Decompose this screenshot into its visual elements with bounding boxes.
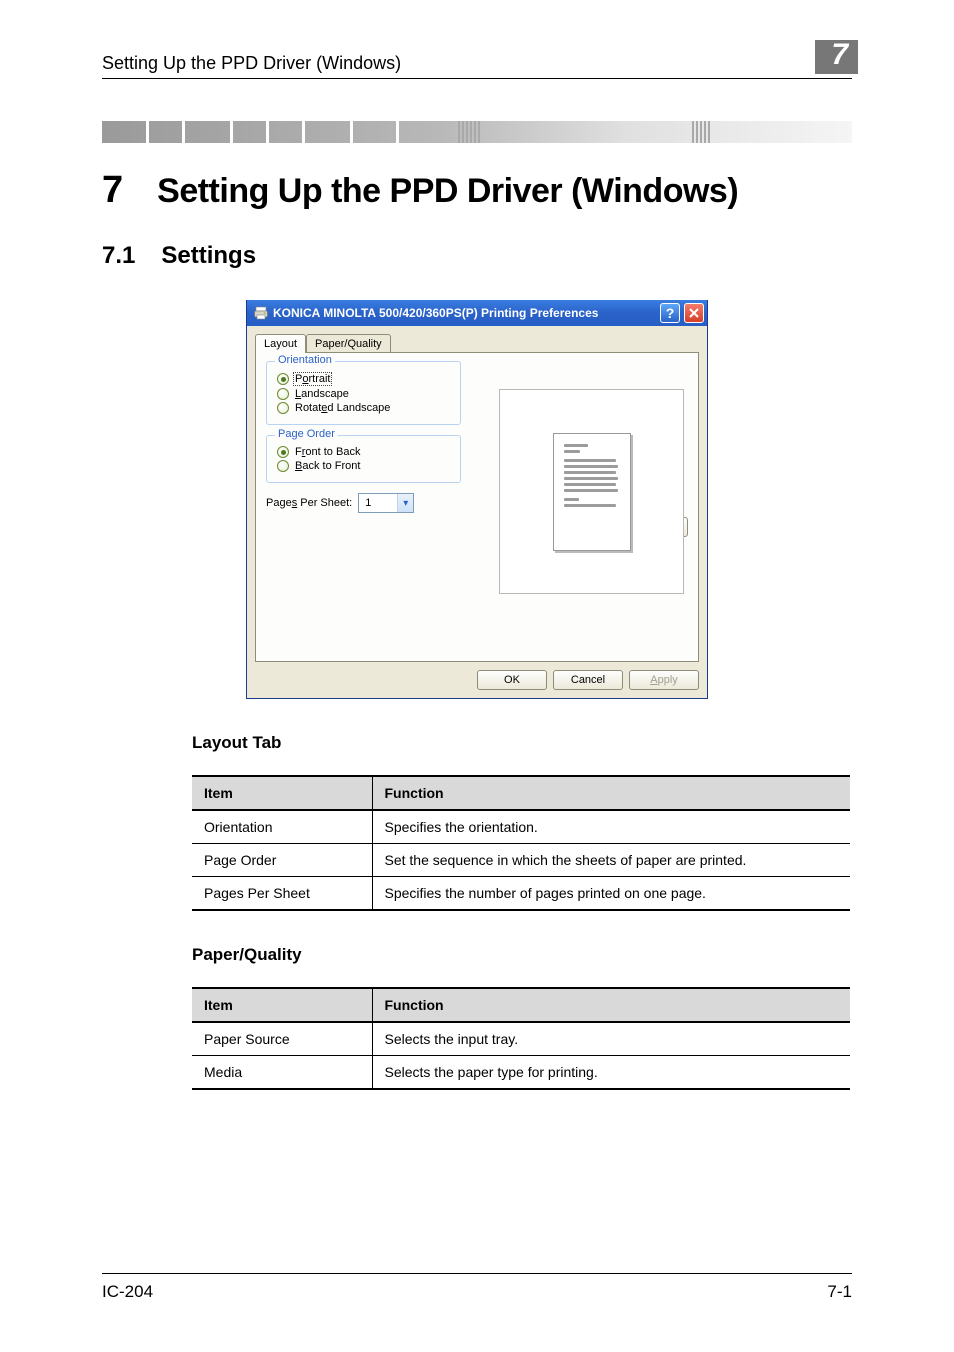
ok-button[interactable]: OK xyxy=(477,670,547,690)
close-button[interactable] xyxy=(684,303,704,323)
paper-quality-table: Item Function Paper Source Selects the i… xyxy=(192,987,850,1090)
orientation-portrait-label: Portrait xyxy=(293,372,332,386)
radio-unchecked-icon xyxy=(277,388,289,400)
table-row: Page Order Set the sequence in which the… xyxy=(192,844,850,877)
tab-layout[interactable]: Layout xyxy=(255,334,306,353)
pages-per-sheet-value: 1 xyxy=(359,497,397,509)
titlebar-text: KONICA MINOLTA 500/420/360PS(P) Printing… xyxy=(273,306,656,320)
radio-checked-icon xyxy=(277,446,289,458)
h2-number: 7.1 xyxy=(102,242,135,270)
layout-tab-table: Item Function Orientation Specifies the … xyxy=(192,775,850,911)
layout-tab-heading: Layout Tab xyxy=(192,733,852,753)
printer-icon xyxy=(253,305,269,321)
radio-unchecked-icon xyxy=(277,460,289,472)
page-order-front-to-back-radio[interactable]: Front to Back xyxy=(277,446,450,458)
page-order-legend: Page Order xyxy=(275,428,338,440)
footer-right: 7-1 xyxy=(827,1282,852,1302)
page-order-btf-label: Back to Front xyxy=(295,460,360,472)
h1-number: 7 xyxy=(102,169,123,212)
page-order-group: Page Order Front to Back Back to Front xyxy=(266,435,461,483)
table-row: Pages Per Sheet Specifies the number of … xyxy=(192,877,850,911)
paper-quality-heading: Paper/Quality xyxy=(192,945,852,965)
footer-left: IC-204 xyxy=(102,1282,153,1302)
table-row: Paper Source Selects the input tray. xyxy=(192,1022,850,1056)
help-button[interactable]: ? xyxy=(660,303,680,323)
table-row: Orientation Specifies the orientation. xyxy=(192,810,850,844)
layout-preview-pane xyxy=(499,389,684,594)
orientation-rotated-label: Rotated Landscape xyxy=(295,402,390,414)
orientation-landscape-label: Landscape xyxy=(295,388,349,400)
radio-unchecked-icon xyxy=(277,402,289,414)
chevron-down-icon: ▾ xyxy=(397,494,413,512)
page-order-back-to-front-radio[interactable]: Back to Front xyxy=(277,460,450,472)
orientation-landscape-radio[interactable]: Landscape xyxy=(277,388,450,400)
table-row: Media Selects the paper type for printin… xyxy=(192,1056,850,1090)
apply-button[interactable]: Apply xyxy=(629,670,699,690)
tab-paper-quality[interactable]: Paper/Quality xyxy=(306,334,391,353)
h2-title: Settings xyxy=(161,242,256,270)
chapter-badge: 7 xyxy=(815,40,858,74)
orientation-rotated-radio[interactable]: Rotated Landscape xyxy=(277,402,450,414)
printing-preferences-dialog: KONICA MINOLTA 500/420/360PS(P) Printing… xyxy=(246,300,708,699)
table-header-item: Item xyxy=(192,776,372,810)
radio-checked-icon xyxy=(277,373,289,385)
pages-per-sheet-select[interactable]: 1 ▾ xyxy=(358,493,414,513)
table-header-function: Function xyxy=(372,988,850,1022)
orientation-legend: Orientation xyxy=(275,354,335,366)
orientation-portrait-radio[interactable]: Portrait xyxy=(277,372,450,386)
pages-per-sheet-label: Pages Per Sheet: xyxy=(266,497,352,509)
decorative-stripe xyxy=(102,121,852,143)
page-preview-icon xyxy=(553,433,631,551)
h1-title: Setting Up the PPD Driver (Windows) xyxy=(157,172,738,211)
cancel-button[interactable]: Cancel xyxy=(553,670,623,690)
running-header: Setting Up the PPD Driver (Windows) xyxy=(102,53,401,74)
page-order-ftb-label: Front to Back xyxy=(295,446,360,458)
titlebar[interactable]: KONICA MINOLTA 500/420/360PS(P) Printing… xyxy=(247,300,707,326)
orientation-group: Orientation Portrait Landscape Rotated L… xyxy=(266,361,461,425)
table-header-item: Item xyxy=(192,988,372,1022)
table-header-function: Function xyxy=(372,776,850,810)
